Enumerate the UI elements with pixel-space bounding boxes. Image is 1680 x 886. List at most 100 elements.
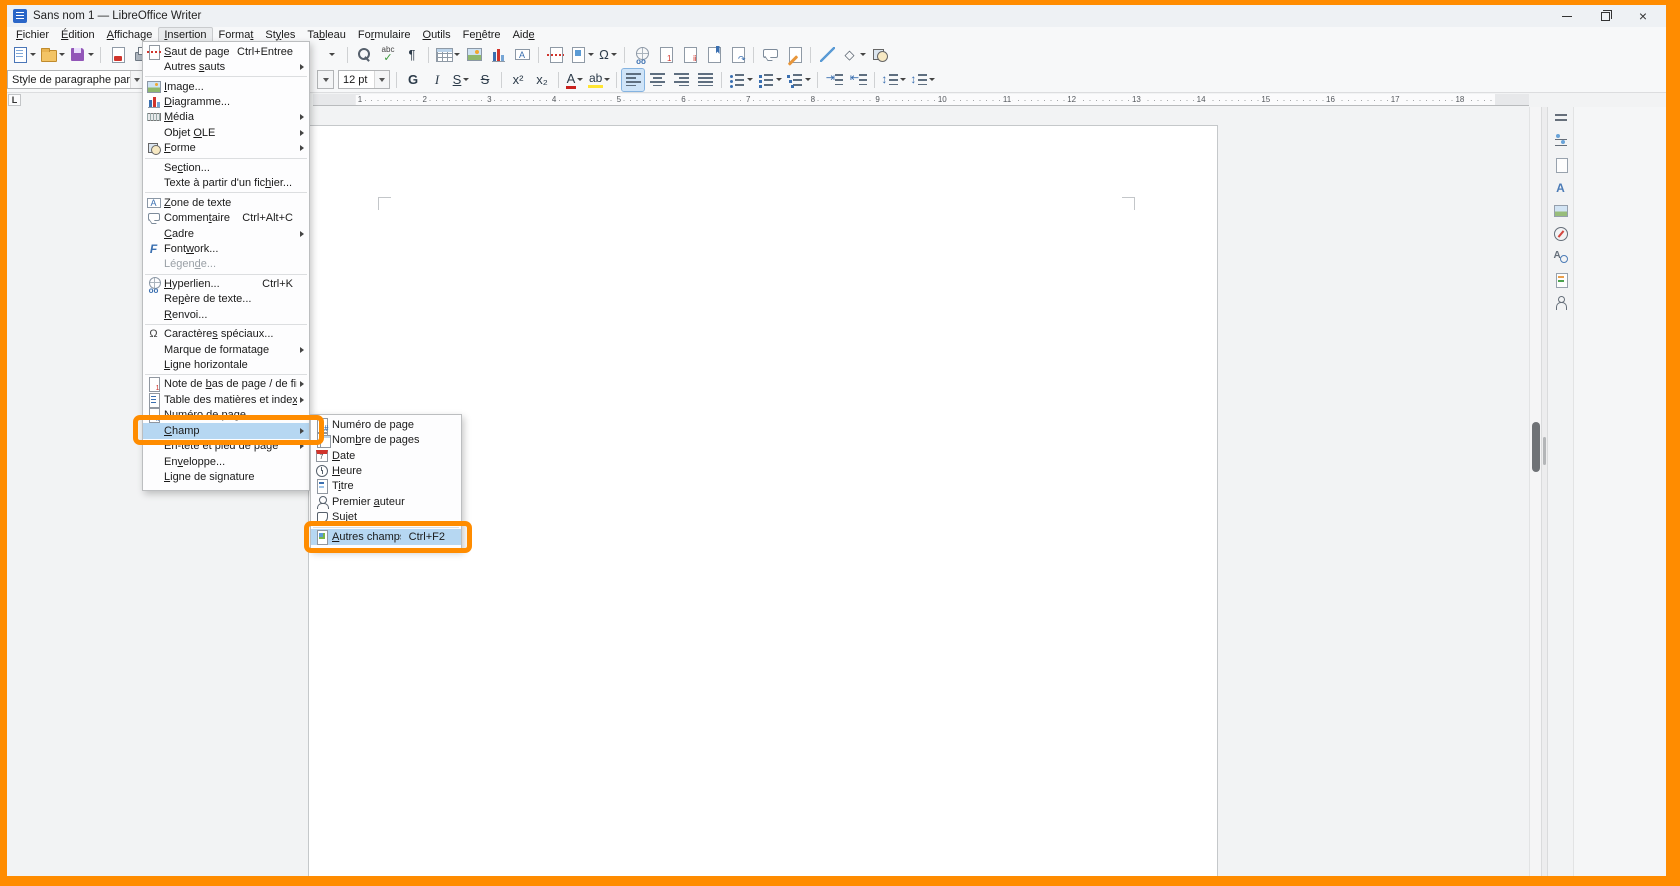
submenu-item-nombre-de-pages[interactable]: Nombre de pages: [311, 432, 461, 447]
sidebar-tab-navigator-icon[interactable]: [1553, 226, 1569, 242]
justify-button[interactable]: [694, 69, 716, 91]
font-size-combo[interactable]: 12 pt: [338, 70, 390, 89]
minimize-button[interactable]: [1548, 5, 1586, 27]
align-left-button[interactable]: [622, 69, 644, 91]
menu-item-ligne-horizontale[interactable]: Ligne horizontale: [143, 357, 309, 372]
menu-item-repere-de-texte[interactable]: Repère de texte...: [143, 292, 309, 307]
insert-page-break-button[interactable]: [544, 44, 566, 66]
menu-item-champ[interactable]: Champ: [143, 423, 309, 438]
menu-item-marque-de-formatage[interactable]: Marque de formatage: [143, 342, 309, 357]
sidebar-tab-page-icon[interactable]: [1553, 157, 1569, 173]
menu-item-hyperlien[interactable]: Hyperlien...Ctrl+K: [143, 276, 309, 291]
find-replace-button[interactable]: [353, 44, 375, 66]
tab-stop-selector[interactable]: L: [8, 94, 21, 106]
menu-item-renvoi[interactable]: Renvoi...: [143, 307, 309, 322]
menubar-item-fichier[interactable]: Fichier: [10, 27, 55, 43]
menu-item-media[interactable]: Média: [143, 110, 309, 125]
align-right-button[interactable]: [670, 69, 692, 91]
menu-item-fontwork[interactable]: Fontwork...: [143, 241, 309, 256]
menubar-item-formulaire[interactable]: Formulaire: [352, 27, 417, 43]
insert-bookmark-button[interactable]: [702, 44, 724, 66]
submenu-item-autres-champs[interactable]: Autres champs...Ctrl+F2: [311, 529, 461, 544]
insert-cross-reference-button[interactable]: [726, 44, 748, 66]
menubar-item-fenetre[interactable]: Fenêtre: [457, 27, 507, 43]
menu-item-enveloppe[interactable]: Enveloppe...: [143, 454, 309, 469]
export-pdf-button[interactable]: [106, 44, 128, 66]
menu-item-ligne-de-signature[interactable]: Ligne de signature: [143, 469, 309, 484]
menubar-item-aide[interactable]: Aide: [507, 27, 541, 43]
italic-button[interactable]: I: [426, 69, 448, 91]
highlight-color-button[interactable]: ab: [588, 69, 611, 91]
menu-item-autres-sauts[interactable]: Autres sauts: [143, 59, 309, 74]
underline-button[interactable]: S: [450, 69, 472, 91]
basic-shapes-button[interactable]: [840, 44, 867, 66]
insert-hyperlink-button[interactable]: [630, 44, 652, 66]
menu-item-texte-a-partir-d-un-fichier[interactable]: Texte à partir d'un fichier...: [143, 176, 309, 191]
track-changes-button[interactable]: [783, 44, 805, 66]
close-button[interactable]: ×: [1624, 5, 1662, 27]
insert-footnote-button[interactable]: [654, 44, 676, 66]
insert-table-button[interactable]: [434, 44, 461, 66]
menu-item-table-des-matieres-et-index[interactable]: Table des matières et index: [143, 392, 309, 407]
formatting-marks-button[interactable]: ¶: [401, 44, 423, 66]
scrollbar-thumb[interactable]: [1532, 422, 1540, 472]
menu-item-section[interactable]: Section...: [143, 160, 309, 175]
menu-item-note-de-bas-de-page-de-fin[interactable]: Note de bas de page / de fin: [143, 377, 309, 392]
open-button[interactable]: [39, 44, 66, 66]
submenu-item-sujet[interactable]: Sujet: [311, 510, 461, 525]
subscript-button[interactable]: x₂: [531, 69, 553, 91]
spelling-button[interactable]: [377, 44, 399, 66]
clone-formatting-arrow-button[interactable]: [320, 44, 342, 66]
menu-item-numero-de-page[interactable]: Numéro de page: [143, 408, 309, 423]
superscript-button[interactable]: x²: [507, 69, 529, 91]
increase-indent-button[interactable]: [823, 69, 845, 91]
menu-item-cadre[interactable]: Cadre: [143, 226, 309, 241]
numbered-list-button[interactable]: [756, 69, 783, 91]
submenu-item-numero-de-page[interactable]: Numéro de page: [311, 417, 461, 432]
sidebar-tab-manage-changes-icon[interactable]: [1553, 272, 1569, 288]
menu-item-saut-de-page[interactable]: Saut de pageCtrl+Entree: [143, 44, 309, 59]
menu-item-diagramme[interactable]: Diagramme...: [143, 94, 309, 109]
menu-item-zone-de-texte[interactable]: Zone de texte: [143, 195, 309, 210]
paragraph-style-combo[interactable]: Style de paragraphe par déf: [7, 70, 144, 89]
menu-item-commentaire[interactable]: CommentaireCtrl+Alt+C: [143, 210, 309, 225]
vertical-scrollbar[interactable]: [1529, 107, 1541, 876]
insert-line-button[interactable]: [816, 44, 838, 66]
insert-chart-button[interactable]: [487, 44, 509, 66]
horizontal-ruler[interactable]: 123456789101112131415161718: [313, 94, 1529, 106]
menu-item-en-tete-et-pied-de-page[interactable]: En-tête et pied de page: [143, 439, 309, 454]
sidebar-tab-accessibility-check-icon[interactable]: [1553, 295, 1569, 311]
menubar-item-outils[interactable]: Outils: [417, 27, 457, 43]
menu-item-forme[interactable]: Forme: [143, 141, 309, 156]
bold-button[interactable]: G: [402, 69, 424, 91]
bullet-list-button[interactable]: [727, 69, 754, 91]
new-document-button[interactable]: [10, 44, 37, 66]
submenu-item-premier-auteur[interactable]: Premier auteur: [311, 494, 461, 509]
sidebar-tab-properties-icon[interactable]: [1553, 134, 1569, 150]
decrease-indent-button[interactable]: [847, 69, 869, 91]
paragraph-spacing-button[interactable]: [909, 69, 936, 91]
align-center-button[interactable]: [646, 69, 668, 91]
insert-image-button[interactable]: [463, 44, 485, 66]
sidebar-tab-gallery-icon[interactable]: [1553, 203, 1569, 219]
chevron-down-icon[interactable]: [374, 71, 389, 88]
sidebar-tab-sidebar-settings-icon[interactable]: [1553, 111, 1569, 127]
menubar-item-edition[interactable]: Édition: [55, 27, 101, 43]
menu-item-objet-ole[interactable]: Objet OLE: [143, 125, 309, 140]
font-color-button[interactable]: A: [564, 69, 586, 91]
insert-field-button[interactable]: [568, 44, 595, 66]
insert-shape-button[interactable]: [869, 44, 891, 66]
insert-special-character-button[interactable]: Ω: [597, 44, 619, 66]
menu-item-image[interactable]: Image...: [143, 79, 309, 94]
sidebar-tab-styles-icon[interactable]: [1553, 180, 1569, 196]
sidebar-tab-style-inspector-icon[interactable]: [1553, 249, 1569, 265]
insert-endnote-button[interactable]: [678, 44, 700, 66]
save-button[interactable]: [68, 44, 95, 66]
submenu-item-titre[interactable]: Titre: [311, 479, 461, 494]
line-spacing-button[interactable]: [880, 69, 907, 91]
submenu-item-date[interactable]: Date: [311, 448, 461, 463]
outline-list-button[interactable]: [785, 69, 812, 91]
font-name-combo-arrow[interactable]: [317, 70, 334, 89]
menu-item-caracteres-speciaux[interactable]: Caractères spéciaux...: [143, 326, 309, 341]
maximize-button[interactable]: [1586, 5, 1624, 27]
